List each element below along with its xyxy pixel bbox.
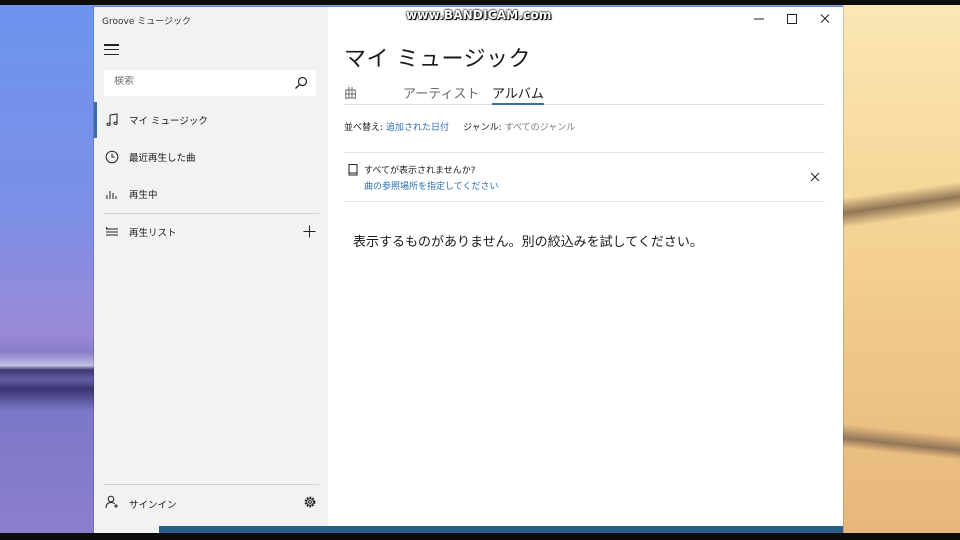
music-note-icon (106, 113, 118, 127)
tab-albums[interactable]: アルバム (492, 83, 544, 105)
letterbox-bottom (0, 533, 960, 540)
filter-bar: 並べ替え: 追加された日付 ジャンル: すべてのジャンル (344, 120, 575, 133)
sidebar-item-my-music[interactable]: マイ ミュージック (94, 102, 328, 138)
selection-indicator (94, 102, 97, 138)
gear-icon[interactable] (303, 495, 317, 509)
recorder-watermark: www.BANDICAM.com (406, 8, 552, 22)
sidebar-item-label: マイ ミュージック (129, 116, 208, 127)
notice-title: すべてが表示されませんか? (364, 166, 476, 176)
app-title: Groove ミュージック (102, 17, 192, 27)
sort-label: 並べ替え: (344, 123, 384, 133)
player-bar-edge (159, 526, 843, 533)
sidebar-item-label: 再生中 (129, 190, 158, 201)
sidebar-item-label: 再生リスト (129, 228, 177, 239)
sidebar-item-recent[interactable]: 最近再生した曲 (94, 139, 328, 175)
page-title: マイ ミュージック (344, 47, 532, 72)
close-icon[interactable] (816, 11, 834, 27)
genre-label: ジャンル: (463, 123, 502, 133)
sign-in-label: サインイン (129, 500, 177, 511)
minimize-icon[interactable] (750, 11, 768, 27)
search-input[interactable] (114, 76, 274, 87)
maximize-icon[interactable] (783, 11, 801, 27)
sign-in-button[interactable]: サインイン (94, 485, 328, 521)
tab-artists[interactable]: アーティスト (403, 83, 479, 105)
empty-state-message: 表示するものがありません。別の絞込みを試してください。 (353, 235, 703, 250)
person-add-icon (105, 495, 118, 509)
equalizer-icon (106, 191, 117, 199)
main-content: マイ ミュージック 曲 アーティスト アルバム 並べ替え: 追加された日付 ジャンル… (328, 7, 843, 533)
phone-device-icon (348, 164, 358, 176)
tab-bar: 曲 アーティスト アルバム (344, 81, 825, 105)
hamburger-menu-icon[interactable] (104, 44, 120, 56)
sidebar-item-label: 最近再生した曲 (129, 153, 196, 164)
tab-songs[interactable]: 曲 (344, 83, 357, 105)
search-icon[interactable] (294, 76, 308, 90)
playlist-icon (106, 227, 118, 236)
wallpaper-left (0, 0, 94, 540)
notice-top-divider (344, 152, 825, 153)
choose-folders-link[interactable]: 曲の参照場所を指定してください (364, 179, 498, 192)
notice-bottom-divider (344, 201, 825, 202)
add-playlist-icon[interactable] (303, 225, 316, 238)
sort-dropdown[interactable]: 追加された日付 (386, 123, 449, 133)
sidebar-item-now-playing[interactable]: 再生中 (94, 176, 328, 212)
clock-icon (105, 150, 119, 164)
dismiss-notice-icon[interactable] (809, 171, 821, 183)
search-box[interactable] (103, 69, 317, 97)
genre-dropdown[interactable]: すべてのジャンル (505, 123, 576, 133)
letterbox-top (0, 0, 960, 5)
app-window: Groove ミュージック マイ ミュージック (94, 7, 843, 533)
sidebar-item-playlists[interactable]: 再生リスト (94, 214, 328, 250)
nav-pane: Groove ミュージック マイ ミュージック (94, 7, 328, 533)
wallpaper-right (843, 0, 960, 540)
